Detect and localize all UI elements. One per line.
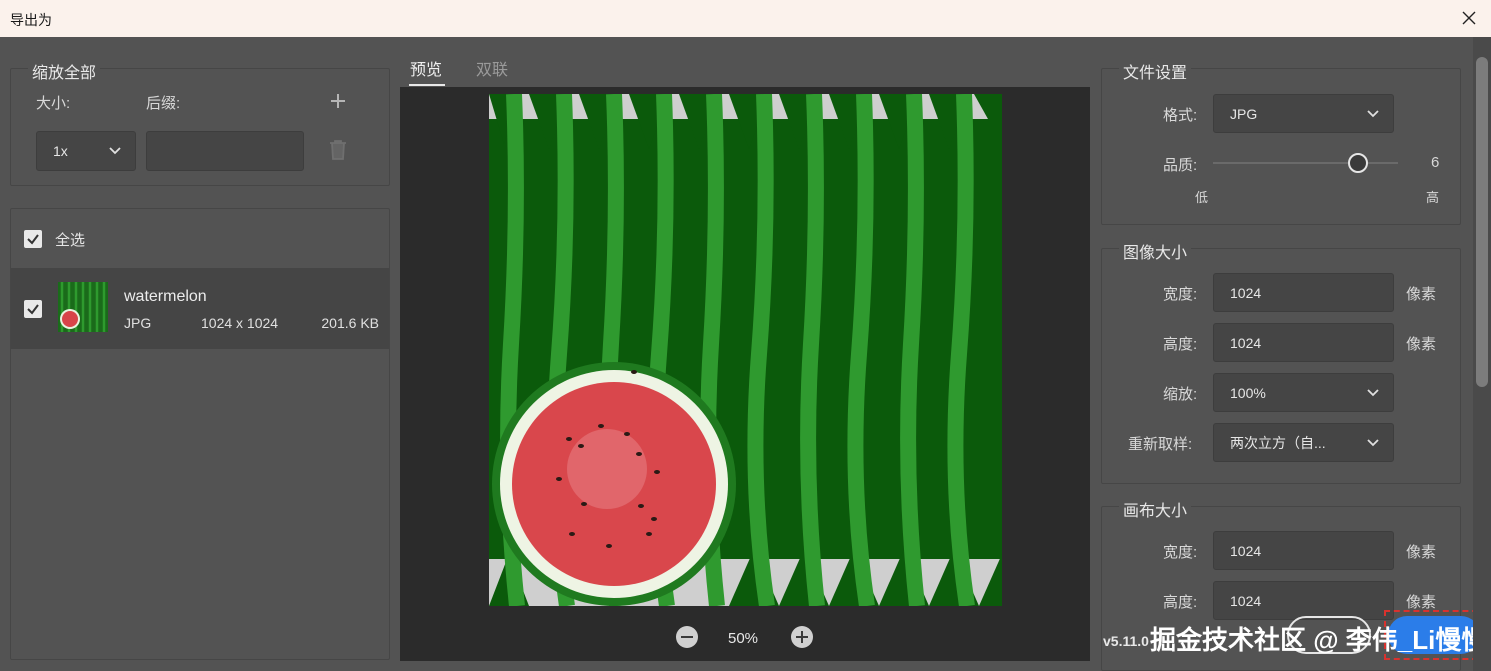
file-settings-group [1101, 68, 1461, 225]
chevron-down-icon [109, 147, 121, 155]
preview-area: 50% [400, 87, 1090, 661]
image-width-unit: 像素 [1406, 286, 1437, 303]
scale-select[interactable]: 100% [1213, 373, 1394, 412]
canvas-width-unit: 像素 [1406, 544, 1437, 561]
asset-row[interactable]: watermelon JPG 1024 x 1024 201.6 KB [11, 268, 389, 349]
canvas-size-legend: 画布大小 [1119, 497, 1192, 521]
zoom-level: 50% [728, 630, 759, 647]
format-select-value: JPG [1230, 105, 1258, 122]
asset-format: JPG [124, 315, 152, 331]
resample-select-value: 两次立方（自... [1230, 434, 1326, 451]
tab-preview-underline [409, 84, 445, 86]
scale-label: 缩放: [1163, 386, 1198, 403]
asset-checkbox[interactable] [24, 300, 42, 318]
chevron-down-icon [1367, 388, 1379, 396]
quality-value: 6 [1431, 154, 1440, 171]
image-height-input[interactable]: 1024 [1213, 323, 1394, 362]
dialog-body: 缩放全部 大小: 后缀: 1x 全选 watermelon JPG 1024 x… [0, 37, 1491, 671]
zoom-out-button[interactable] [676, 626, 698, 648]
canvas-width-label: 宽度: [1163, 544, 1198, 561]
tab-2up[interactable]: 双联 [476, 56, 508, 80]
image-height-unit: 像素 [1406, 336, 1437, 353]
minus-icon [681, 636, 693, 638]
scale-all-legend: 缩放全部 [28, 59, 101, 83]
chevron-down-icon [1367, 109, 1379, 117]
canvas-height-value: 1024 [1230, 592, 1262, 609]
version-label: v5.11.0 [1103, 633, 1149, 649]
size-label: 大小: [36, 95, 71, 112]
file-settings-legend: 文件设置 [1119, 59, 1192, 83]
asset-thumbnail [58, 282, 108, 332]
scale-select-value: 100% [1230, 384, 1266, 401]
canvas-height-input[interactable]: 1024 [1213, 581, 1394, 620]
tab-preview[interactable]: 预览 [410, 56, 442, 80]
image-height-label: 高度: [1163, 336, 1198, 353]
trash-icon[interactable] [328, 139, 348, 161]
suffix-label: 后缀: [146, 95, 181, 112]
canvas-height-label: 高度: [1163, 594, 1198, 611]
plus-icon[interactable] [329, 92, 347, 110]
canvas-width-input[interactable]: 1024 [1213, 531, 1394, 570]
watermark-text: 掘金技术社区 @ 李伟_Li慢慢 [1150, 625, 1488, 655]
resample-label: 重新取样: [1128, 436, 1193, 453]
format-label: 格式: [1163, 107, 1198, 124]
select-all-checkbox[interactable] [24, 230, 42, 248]
window-title: 导出为 [10, 12, 52, 28]
quality-label: 品质: [1163, 157, 1198, 174]
size-select-value: 1x [53, 143, 68, 159]
image-size-legend: 图像大小 [1119, 239, 1192, 263]
image-width-input[interactable]: 1024 [1213, 273, 1394, 312]
chevron-down-icon [1367, 438, 1379, 446]
image-height-value: 1024 [1230, 334, 1262, 351]
asset-size: 201.6 KB [321, 315, 379, 331]
asset-name: watermelon [124, 288, 207, 305]
size-select[interactable]: 1x [36, 131, 136, 171]
asset-dimensions: 1024 x 1024 [201, 315, 279, 331]
checkmark-icon [27, 304, 39, 315]
image-width-value: 1024 [1230, 284, 1262, 301]
zoom-in-button[interactable] [791, 626, 813, 648]
scrollbar-thumb[interactable] [1476, 57, 1488, 387]
canvas-width-value: 1024 [1230, 542, 1262, 559]
format-select[interactable]: JPG [1213, 94, 1394, 133]
settings-scrollbar[interactable] [1473, 37, 1491, 671]
suffix-input[interactable] [146, 131, 304, 171]
quality-slider[interactable] [1213, 153, 1398, 173]
quality-slider-thumb[interactable] [1348, 153, 1368, 173]
quality-low-label: 低 [1195, 190, 1209, 205]
canvas-height-unit: 像素 [1406, 594, 1437, 611]
title-bar: 导出为 [0, 0, 1491, 37]
preview-image [489, 94, 1002, 606]
close-icon[interactable] [1459, 8, 1479, 28]
select-all-label: 全选 [55, 232, 86, 249]
quality-high-label: 高 [1426, 190, 1440, 205]
resample-select[interactable]: 两次立方（自... [1213, 423, 1394, 462]
image-width-label: 宽度: [1163, 286, 1198, 303]
checkmark-icon [27, 234, 39, 245]
